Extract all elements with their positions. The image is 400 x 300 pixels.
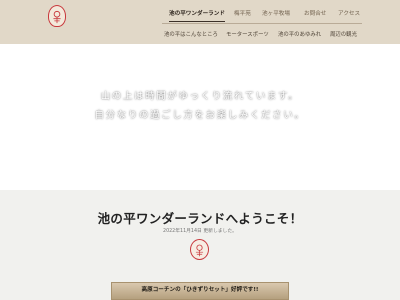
- nav-divider: [162, 23, 362, 24]
- promo-banner[interactable]: 高原コーチンの「ひきずりセット」好評です!!: [111, 282, 289, 300]
- update-date: 2022年11月14日 更新しました。: [163, 229, 237, 234]
- nav-item-contact[interactable]: お問合せ: [304, 8, 326, 22]
- site-header: 池の平ワンダーランド 梅平苑 池ヶ平牧場 お問合せ アクセス 池の平はこんなとこ…: [0, 0, 400, 44]
- sub-nav: 池の平はこんなところ モータースポーツ 池の平のあゆみれ 周辺の観光: [0, 30, 400, 42]
- sub-nav-item-history[interactable]: 池の平のあゆみれ: [278, 30, 321, 40]
- nav-item-ikenotaira-wonderland[interactable]: 池の平ワンダーランド: [169, 8, 225, 22]
- nav-item-ikegahira-farm[interactable]: 池ヶ平牧場: [262, 8, 290, 22]
- sub-nav-item-about[interactable]: 池の平はこんなところ: [164, 30, 218, 40]
- hero-tagline-1: 山の上は時間がゆっくり流れています。: [100, 91, 300, 102]
- welcome-title: 池の平ワンダーランドへようこそ！: [97, 211, 303, 226]
- nav-item-umehiraen[interactable]: 梅平苑: [234, 8, 251, 22]
- hero-tagline-2: 自分なりの過ごし方をお楽しみください。: [94, 110, 306, 121]
- sub-nav-item-sightseeing[interactable]: 周辺の観光: [330, 30, 357, 40]
- site-logo-icon[interactable]: [48, 5, 66, 27]
- nav-item-access[interactable]: アクセス: [338, 8, 360, 22]
- hero-section: 山の上は時間がゆっくり流れています。 自分なりの過ごし方をお楽しみください。: [0, 44, 400, 190]
- promo-banner-text: 高原コーチンの「ひきずりセット」好評です!!: [141, 287, 259, 293]
- welcome-section: 池の平ワンダーランドへようこそ！ 2022年11月14日 更新しました。 高原コ…: [0, 190, 400, 300]
- sub-nav-item-motorsports[interactable]: モータースポーツ: [226, 30, 269, 40]
- seal-icon: [190, 239, 209, 260]
